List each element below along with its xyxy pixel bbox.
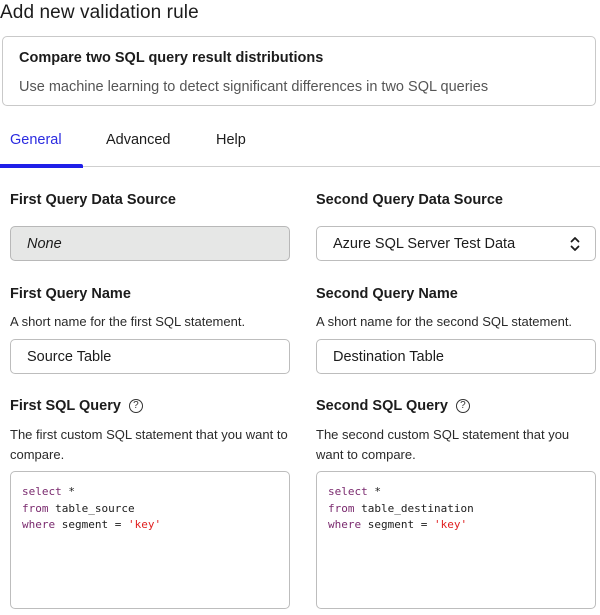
second-query-name-help: A short name for the second SQL statemen… <box>316 314 573 329</box>
second-query-name-label: Second Query Name <box>316 286 458 302</box>
second-sql-query-label-row: Second SQL Query? <box>316 398 470 414</box>
first-data-source-label: First Query Data Source <box>10 192 176 208</box>
sql-keyword: from <box>328 501 355 515</box>
second-query-column: Second Query Data Source Azure SQL Serve… <box>306 0 596 615</box>
sql-keyword: where <box>328 518 362 531</box>
first-sql-query-label-row: First SQL Query? <box>10 398 143 414</box>
second-sql-query-label: Second SQL Query <box>316 398 448 414</box>
first-sql-query-help: The first custom SQL statement that you … <box>10 427 288 462</box>
help-circle-icon[interactable]: ? <box>455 399 470 413</box>
sql-text: segment = <box>361 518 434 531</box>
second-data-source-select[interactable]: Azure SQL Server Test Data <box>316 226 596 261</box>
sql-text: segment = <box>55 518 128 531</box>
second-data-source-label: Second Query Data Source <box>316 192 503 208</box>
first-query-column: First Query Data Source None First Query… <box>0 0 290 615</box>
first-data-source-value: None <box>27 236 62 252</box>
sql-string: 'key' <box>127 518 162 531</box>
help-circle-icon[interactable]: ? <box>128 399 143 413</box>
code-line: from table_source <box>22 501 289 518</box>
second-query-name-value: Destination Table <box>333 349 444 365</box>
sql-keyword: select <box>22 485 62 498</box>
sql-string: 'key' <box>433 518 468 531</box>
code-line: select * <box>22 484 289 501</box>
sql-text: table_source <box>48 501 135 515</box>
first-query-name-label: First Query Name <box>10 286 131 302</box>
first-data-source-field: None <box>10 226 290 261</box>
first-sql-query-editor[interactable]: select * from table_source where segment… <box>10 471 290 609</box>
code-line: from table_destination <box>328 501 595 518</box>
sql-keyword: select <box>328 485 368 498</box>
sql-text: * <box>367 485 381 498</box>
code-line: select * <box>328 484 595 501</box>
sql-keyword: from <box>22 501 49 515</box>
sql-text: table_destination <box>354 501 474 515</box>
sql-keyword: where <box>22 518 56 531</box>
second-data-source-value: Azure SQL Server Test Data <box>333 236 516 252</box>
first-sql-query-label: First SQL Query <box>10 398 121 414</box>
first-query-name-input[interactable]: Source Table <box>10 339 290 374</box>
code-line: where segment = 'key' <box>22 517 289 534</box>
second-query-name-input[interactable]: Destination Table <box>316 339 596 374</box>
code-line: where segment = 'key' <box>328 517 595 534</box>
second-sql-query-editor[interactable]: select * from table_destination where se… <box>316 471 596 609</box>
chevron-up-down-icon <box>570 237 580 251</box>
sql-text: * <box>61 485 75 498</box>
second-sql-query-help: The second custom SQL statement that you… <box>316 427 570 462</box>
first-query-name-help: A short name for the first SQL statement… <box>10 314 246 329</box>
first-query-name-value: Source Table <box>27 349 112 365</box>
